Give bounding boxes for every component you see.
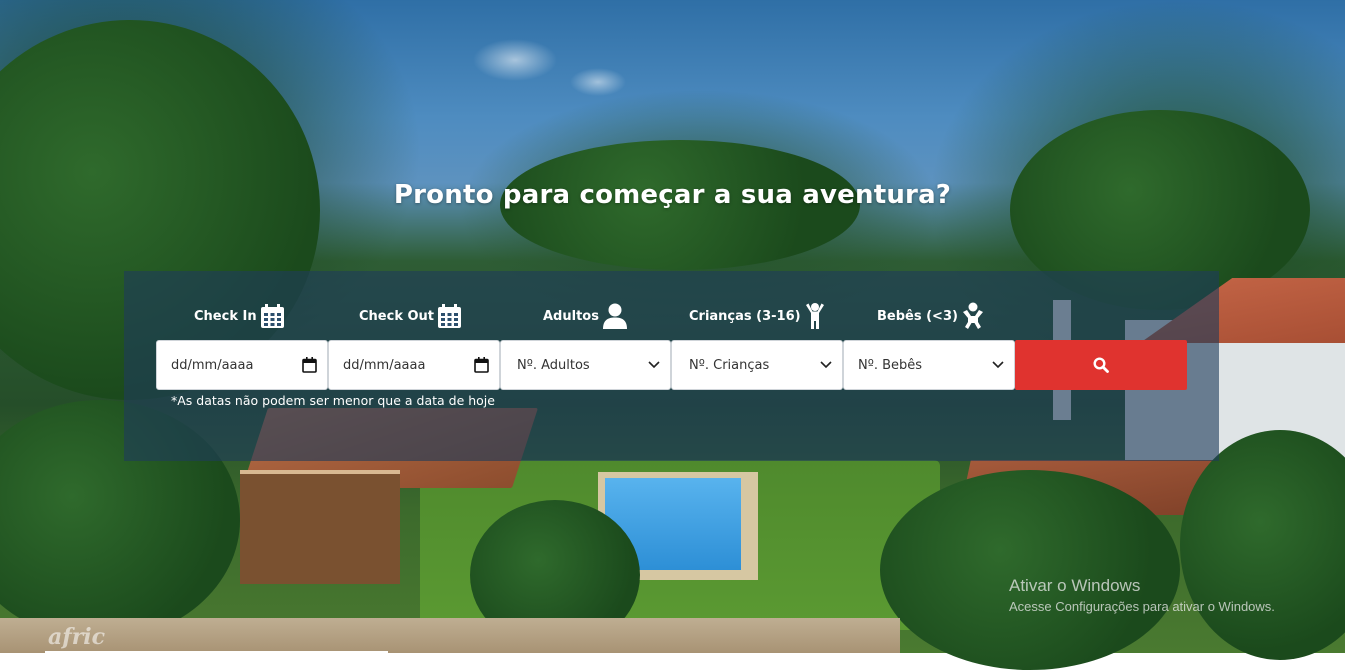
chevron-down-icon — [992, 361, 1004, 369]
calendar-picker-icon[interactable] — [302, 357, 317, 373]
checkin-label-text: Check In — [194, 308, 257, 324]
windows-activation-title: Ativar o Windows — [1009, 576, 1141, 595]
children-select-value: Nº. Crianças — [689, 357, 770, 373]
checkin-label: Check In — [194, 301, 284, 331]
brand-logo: afric — [48, 598, 158, 650]
search-button[interactable] — [1015, 340, 1187, 390]
page-title: Pronto para começar a sua aventura? — [393, 180, 952, 210]
house-left — [240, 470, 400, 584]
checkin-date-placeholder: dd/mm/aaaa — [171, 357, 254, 373]
checkout-label-text: Check Out — [359, 308, 435, 324]
children-select[interactable]: Nº. Crianças — [671, 340, 843, 390]
child-icon — [805, 303, 824, 329]
babies-select-value: Nº. Bebês — [858, 357, 923, 373]
brand-logo-text: afric — [48, 624, 106, 650]
chevron-down-icon — [648, 361, 660, 369]
checkin-date-input[interactable]: dd/mm/aaaa — [156, 340, 328, 390]
babies-label: Bebês (<3) — [877, 301, 984, 331]
adults-label: Adultos — [543, 301, 627, 331]
adults-label-text: Adultos — [543, 308, 599, 324]
checkout-date-input[interactable]: dd/mm/aaaa — [328, 340, 500, 390]
calendar-icon — [260, 304, 284, 328]
children-label-text: Crianças (3-16) — [689, 308, 801, 324]
calendar-icon — [438, 304, 462, 328]
children-label: Crianças (3-16) — [689, 301, 825, 331]
checkout-date-placeholder: dd/mm/aaaa — [343, 357, 426, 373]
babies-select[interactable]: Nº. Bebês — [843, 340, 1015, 390]
adults-select-value: Nº. Adultos — [517, 357, 590, 373]
search-icon — [1093, 357, 1109, 373]
tree-foliage — [880, 470, 1180, 670]
calendar-picker-icon[interactable] — [474, 357, 489, 373]
babies-label-text: Bebês (<3) — [877, 308, 958, 324]
date-validation-note: *As datas não podem ser menor que a data… — [171, 393, 495, 408]
baby-icon — [962, 302, 983, 329]
chevron-down-icon — [820, 361, 832, 369]
windows-activation-subtitle: Acesse Configurações para ativar o Windo… — [1009, 599, 1275, 614]
adults-select[interactable]: Nº. Adultos — [500, 340, 671, 390]
user-icon — [602, 303, 627, 329]
checkout-label: Check Out — [359, 301, 462, 331]
